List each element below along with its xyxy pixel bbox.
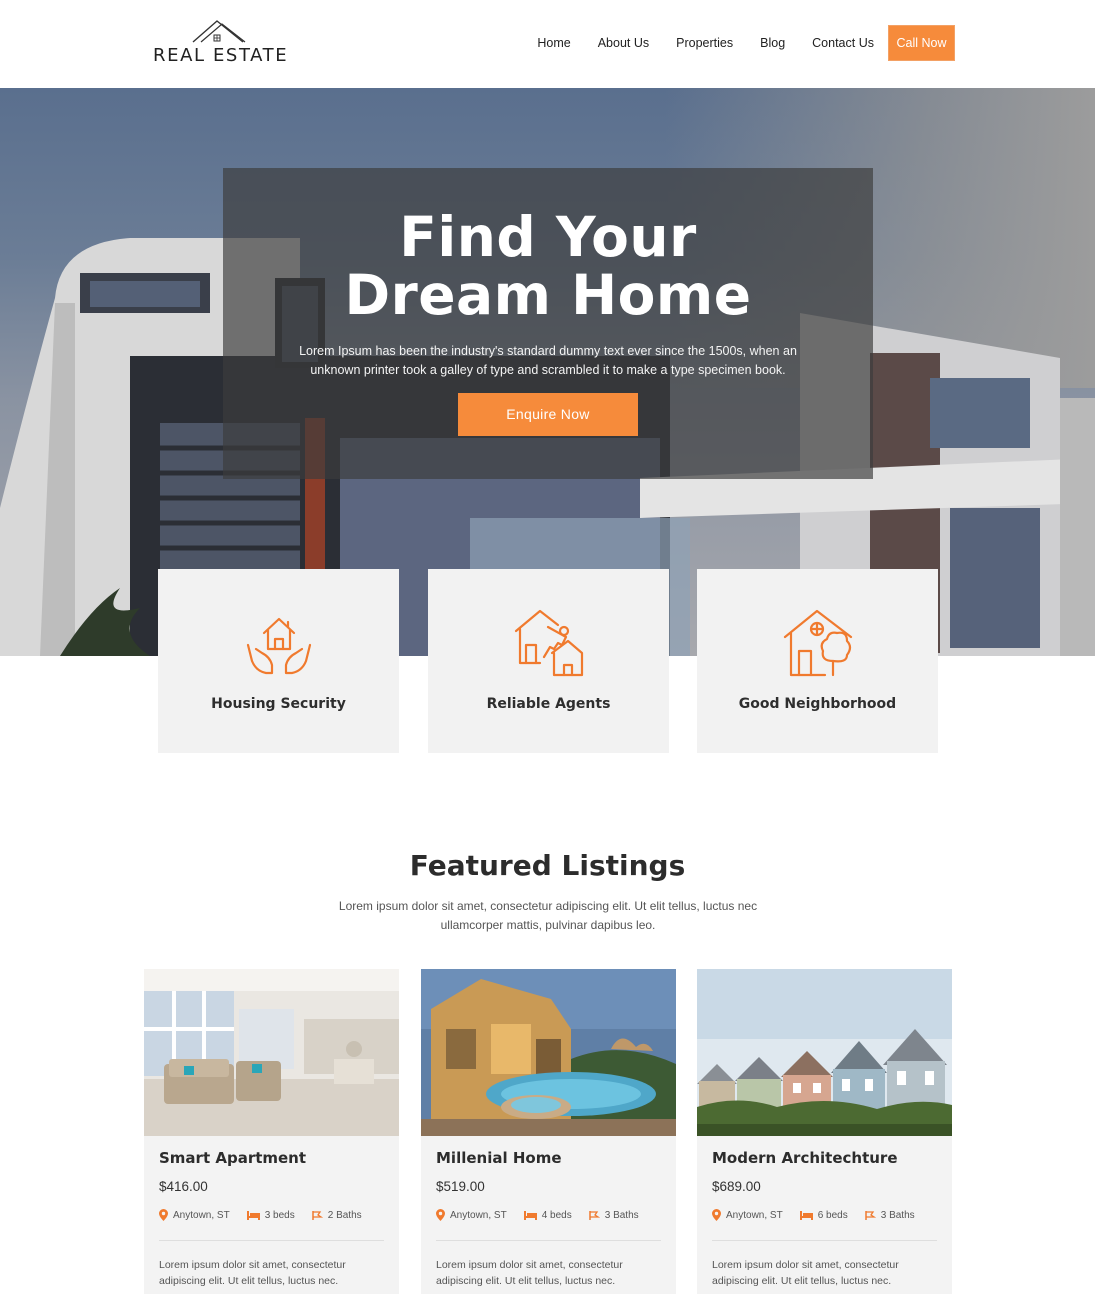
map-pin-icon: [436, 1209, 445, 1221]
map-pin-icon: [159, 1209, 168, 1221]
bed-icon: [523, 1210, 537, 1220]
listing-description: Lorem ipsum dolor sit amet, consectetur …: [712, 1259, 899, 1287]
feature-label: Good Neighborhood: [738, 696, 897, 712]
hero-title: Find Your Dream Home: [223, 208, 873, 324]
nav-properties[interactable]: Properties: [676, 36, 733, 50]
hero-title-line2: Dream Home: [344, 263, 752, 327]
listing-location: Anytown, ST: [712, 1209, 783, 1221]
listing-baths: 3 Baths: [588, 1209, 639, 1221]
listing-card-smart-apartment[interactable]: Smart Apartment $416.00 Anytown, ST 3 be…: [144, 969, 399, 1294]
featured-listings-subtitle: Lorem ipsum dolor sit amet, consectetur …: [338, 899, 758, 932]
hero-title-line1: Find Your: [399, 205, 697, 269]
hero-subtitle: Lorem Ipsum has been the industry's stan…: [299, 344, 797, 377]
listing-baths: 2 Baths: [311, 1209, 362, 1221]
house-key-icon: [514, 609, 584, 677]
main-nav: Home About Us Properties Blog Contact Us…: [537, 25, 955, 61]
nav-about-us[interactable]: About Us: [598, 36, 649, 50]
feature-label: Reliable Agents: [486, 696, 611, 712]
listing-photo-row-houses[interactable]: [697, 969, 952, 1136]
listing-price: $416.00: [159, 1179, 208, 1194]
roof-logo-icon: [192, 20, 246, 43]
listing-beds-text: 6 beds: [817, 1209, 848, 1221]
listing-title[interactable]: Modern Architechture: [712, 1149, 898, 1167]
enquire-now-button[interactable]: Enquire Now: [458, 393, 638, 436]
listing-baths-text: 3 Baths: [604, 1209, 639, 1221]
listing-meta: Anytown, ST 6 beds 3 Baths: [712, 1209, 932, 1221]
map-pin-icon: [712, 1209, 721, 1221]
listing-card-millenial-home[interactable]: Millenial Home $519.00 Anytown, ST 4 bed…: [421, 969, 676, 1294]
house-tree-icon: [783, 609, 853, 677]
listing-description: Lorem ipsum dolor sit amet, consectetur …: [159, 1259, 346, 1287]
feature-label: Housing Security: [211, 696, 346, 712]
listing-baths-text: 3 Baths: [880, 1209, 915, 1221]
listing-location-text: Anytown, ST: [173, 1209, 230, 1221]
listing-description: Lorem ipsum dolor sit amet, consectetur …: [436, 1259, 623, 1287]
listing-price: $689.00: [712, 1179, 761, 1194]
listing-location: Anytown, ST: [159, 1209, 230, 1221]
listing-title[interactable]: Millenial Home: [436, 1149, 562, 1167]
bath-icon: [864, 1210, 876, 1220]
divider: [159, 1240, 384, 1241]
listing-beds: 4 beds: [523, 1209, 572, 1221]
listing-beds: 3 beds: [246, 1209, 295, 1221]
listing-location-text: Anytown, ST: [726, 1209, 783, 1221]
nav-home[interactable]: Home: [537, 36, 570, 50]
listing-baths: 3 Baths: [864, 1209, 915, 1221]
listing-image: [144, 969, 399, 1136]
listing-photo-pool-house[interactable]: [421, 969, 676, 1136]
listing-beds: 6 beds: [799, 1209, 848, 1221]
divider: [712, 1240, 937, 1241]
bath-icon: [588, 1210, 600, 1220]
listing-meta: Anytown, ST 4 beds 3 Baths: [436, 1209, 656, 1221]
divider: [436, 1240, 661, 1241]
listing-location: Anytown, ST: [436, 1209, 507, 1221]
site-logo[interactable]: REAL ESTATE: [153, 18, 289, 68]
listing-photo-living-room[interactable]: [144, 969, 399, 1136]
nav-contact-us[interactable]: Contact Us: [812, 36, 874, 50]
house-hands-icon: [246, 617, 312, 675]
call-now-button[interactable]: Call Now: [888, 25, 955, 61]
listing-image: [697, 969, 952, 1136]
nav-blog[interactable]: Blog: [760, 36, 785, 50]
listing-baths-text: 2 Baths: [327, 1209, 362, 1221]
bed-icon: [799, 1210, 813, 1220]
feature-card-good-neighborhood: Good Neighborhood: [697, 569, 938, 753]
feature-card-reliable-agents: Reliable Agents: [428, 569, 669, 753]
site-header: REAL ESTATE Home About Us Properties Blo…: [0, 0, 1095, 88]
featured-listings-title: Featured Listings: [409, 849, 686, 882]
bed-icon: [246, 1210, 260, 1220]
listing-beds-text: 4 beds: [541, 1209, 572, 1221]
listing-price: $519.00: [436, 1179, 485, 1194]
listing-beds-text: 3 beds: [264, 1209, 295, 1221]
listing-meta: Anytown, ST 3 beds 2 Baths: [159, 1209, 379, 1221]
bath-icon: [311, 1210, 323, 1220]
listing-location-text: Anytown, ST: [450, 1209, 507, 1221]
listing-title[interactable]: Smart Apartment: [159, 1149, 306, 1167]
listing-card-modern-architechture[interactable]: Modern Architechture $689.00 Anytown, ST…: [697, 969, 952, 1294]
feature-card-housing-security: Housing Security: [158, 569, 399, 753]
logo-text: REAL ESTATE: [153, 45, 289, 66]
listing-image: [421, 969, 676, 1136]
